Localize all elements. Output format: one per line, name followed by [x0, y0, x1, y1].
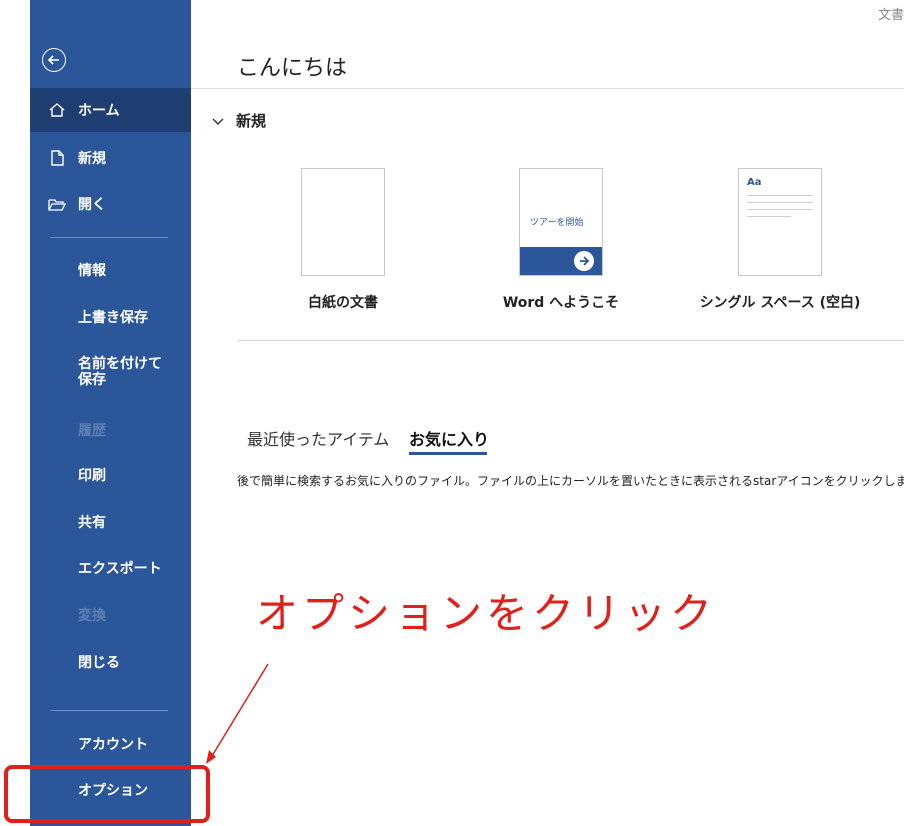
- annotation-arrow: [206, 663, 269, 764]
- annotation-highlight-box: [4, 765, 210, 823]
